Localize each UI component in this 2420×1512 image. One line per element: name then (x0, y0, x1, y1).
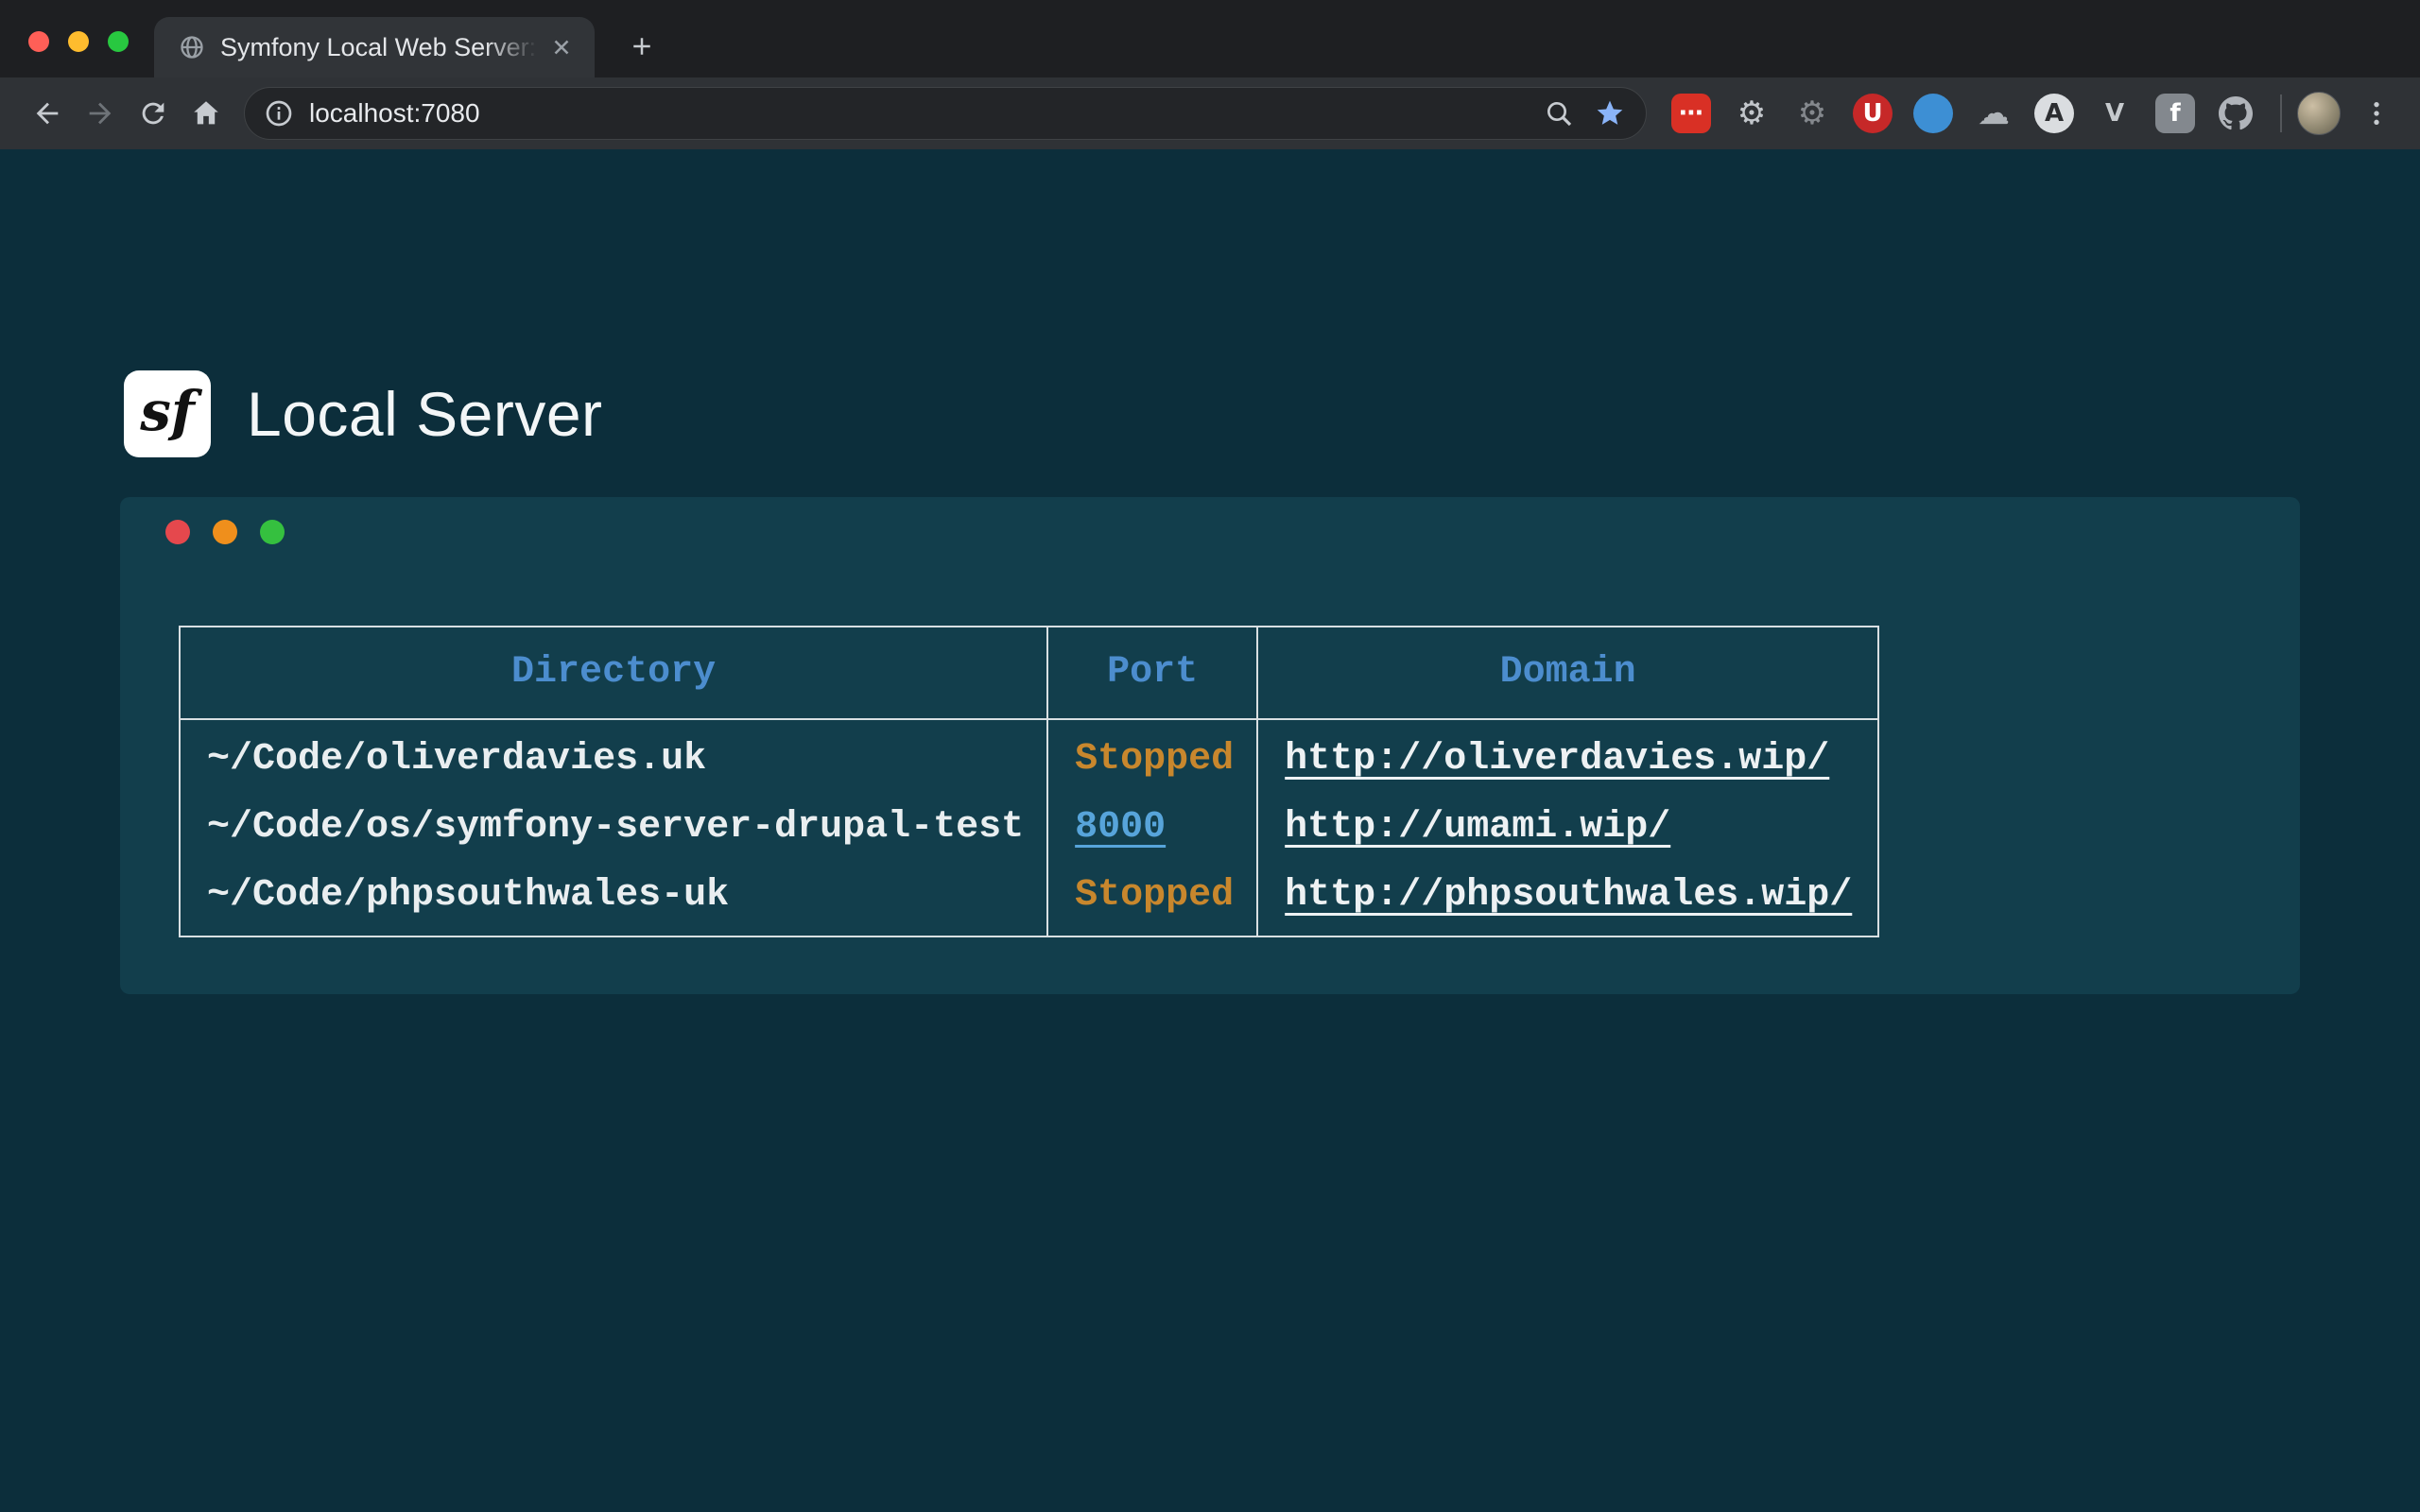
window-minimize-button[interactable] (68, 31, 89, 52)
extension-glyph: ⚙ (1798, 97, 1826, 129)
domain-link[interactable]: http://oliverdavies.wip/ (1285, 738, 1829, 781)
url-input[interactable]: localhost:7080 (309, 98, 1527, 129)
port-link[interactable]: 8000 (1075, 806, 1166, 849)
zoom-indicator-icon[interactable] (1540, 94, 1578, 132)
home-button[interactable] (180, 87, 233, 140)
globe-favicon-icon (179, 34, 205, 60)
directory-cell: ~/Code/oliverdavies.uk (180, 719, 1047, 794)
browser-menu-button[interactable] (2354, 91, 2399, 136)
column-header-directory: Directory (180, 627, 1047, 719)
port-status: Stopped (1047, 862, 1257, 936)
window-traffic-lights (28, 31, 129, 52)
tab-title-wrap: Symfony Local Web Server: Prox (220, 30, 538, 64)
new-tab-button[interactable] (620, 25, 664, 68)
symfony-logo-text: sf (140, 379, 195, 443)
table-row: ~/Code/os/symfony-server-drupal-test 800… (180, 794, 1878, 862)
table-header-row: Directory Port Domain (180, 627, 1878, 719)
tab-title: Symfony Local Web Server: Prox (220, 30, 538, 64)
browser-toolbar: localhost:7080 ⋯ ⚙ ⚙ U (0, 77, 2420, 149)
panel-orange-dot (213, 520, 237, 544)
servers-table: Directory Port Domain ~/Code/oliverdavie… (179, 626, 1879, 937)
symfony-logo: sf (124, 370, 211, 457)
brand-header: sf Local Server (124, 370, 603, 457)
window-zoom-button[interactable] (108, 31, 129, 52)
extension-glyph: f (2169, 101, 2180, 126)
site-info-icon[interactable] (264, 98, 294, 129)
extension-glyph: A (2045, 101, 2064, 126)
browser-window: Symfony Local Web Server: Prox (0, 0, 2420, 149)
port-status: Stopped (1047, 719, 1257, 794)
panel-traffic-dots (165, 520, 2300, 544)
blue-circle-extension-icon[interactable] (1913, 94, 1953, 133)
octocat-icon (2219, 96, 2253, 130)
column-header-port: Port (1047, 627, 1257, 719)
extension-glyph: ⋯ (1679, 101, 1703, 126)
browser-tab[interactable]: Symfony Local Web Server: Prox (154, 17, 595, 77)
gear-extension-icon[interactable]: ⚙ (1732, 94, 1772, 133)
toolbar-separator (2280, 94, 2282, 132)
ublock-extension-icon[interactable]: U (1853, 94, 1893, 133)
domain-link[interactable]: http://phpsouthwales.wip/ (1285, 874, 1852, 917)
gray-square-extension-icon[interactable]: f (2155, 94, 2195, 133)
github-extension-icon[interactable] (2216, 94, 2256, 133)
bookmark-star-icon[interactable] (1591, 94, 1629, 132)
panel-green-dot (260, 520, 285, 544)
domain-link[interactable]: http://umami.wip/ (1285, 806, 1670, 849)
extension-glyph: V (2105, 101, 2124, 126)
red-dots-extension-icon[interactable]: ⋯ (1671, 94, 1711, 133)
page-title: Local Server (247, 378, 603, 450)
directory-cell: ~/Code/phpsouthwales-uk (180, 862, 1047, 936)
extension-glyph: ⚙ (1737, 97, 1766, 129)
window-close-button[interactable] (28, 31, 49, 52)
column-header-domain: Domain (1257, 627, 1878, 719)
table-row: ~/Code/oliverdavies.uk Stopped http://ol… (180, 719, 1878, 794)
extension-glyph: U (1862, 101, 1882, 126)
forward-button[interactable] (74, 87, 127, 140)
v-extension-icon[interactable]: V (2095, 94, 2135, 133)
reload-button[interactable] (127, 87, 180, 140)
back-button[interactable] (21, 87, 74, 140)
tab-close-icon[interactable] (545, 31, 578, 63)
extensions-area: ⋯ ⚙ ⚙ U ☁ A V f (1671, 94, 2256, 133)
profile-avatar[interactable] (2297, 92, 2341, 135)
tab-strip: Symfony Local Web Server: Prox (0, 0, 2420, 77)
letter-a-extension-icon[interactable]: A (2034, 94, 2074, 133)
panel-red-dot (165, 520, 190, 544)
server-panel: Directory Port Domain ~/Code/oliverdavie… (120, 497, 2300, 994)
dark-gear-extension-icon[interactable]: ⚙ (1792, 94, 1832, 133)
directory-cell: ~/Code/os/symfony-server-drupal-test (180, 794, 1047, 862)
table-row: ~/Code/phpsouthwales-uk Stopped http://p… (180, 862, 1878, 936)
cloud-extension-icon[interactable]: ☁ (1974, 94, 2014, 133)
symfony-local-server-page: sf Local Server Directory Port Domain (0, 149, 2420, 1512)
extension-glyph: ☁ (1978, 97, 2010, 129)
address-bar[interactable]: localhost:7080 (244, 87, 1647, 140)
